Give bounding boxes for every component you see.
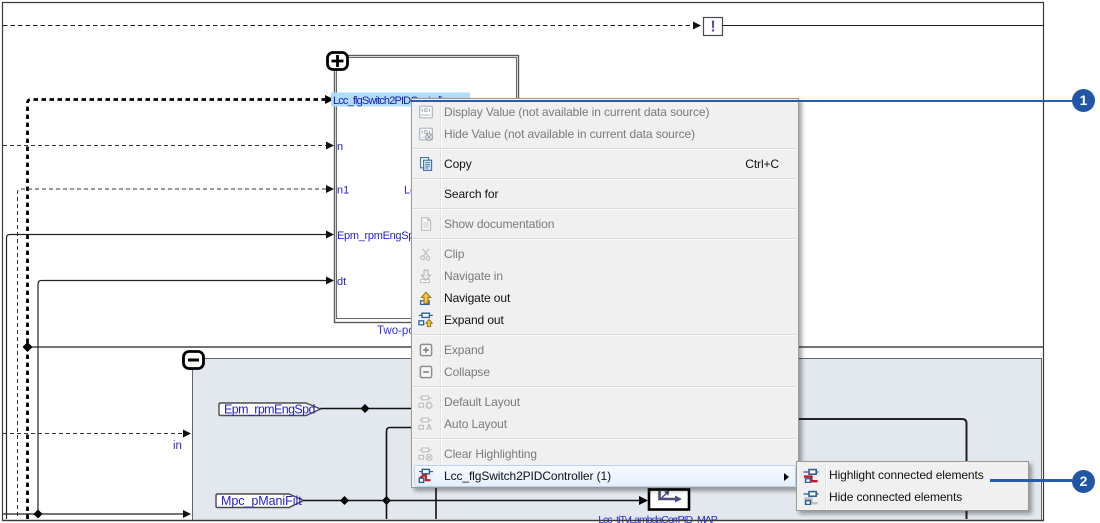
- svg-text:Epm_rpmEngSpd: Epm_rpmEngSpd: [337, 230, 420, 242]
- svg-text:Mpc_pManiFilt: Mpc_pManiFilt: [221, 494, 302, 508]
- svg-text:Lcc_tiTvLambdaCorrPID_MAP: Lcc_tiTvLambdaCorrPID_MAP: [598, 514, 718, 523]
- svg-text:Epm_rpmEngSpd: Epm_rpmEngSpd: [224, 403, 316, 417]
- svg-text:D: D: [427, 403, 432, 410]
- svg-text:n1: n1: [337, 185, 349, 197]
- svg-text:dt: dt: [337, 276, 346, 288]
- svg-text:in: in: [173, 440, 182, 452]
- svg-text:A: A: [426, 423, 432, 432]
- svg-text:!: !: [710, 19, 715, 36]
- svg-text:n: n: [337, 141, 343, 153]
